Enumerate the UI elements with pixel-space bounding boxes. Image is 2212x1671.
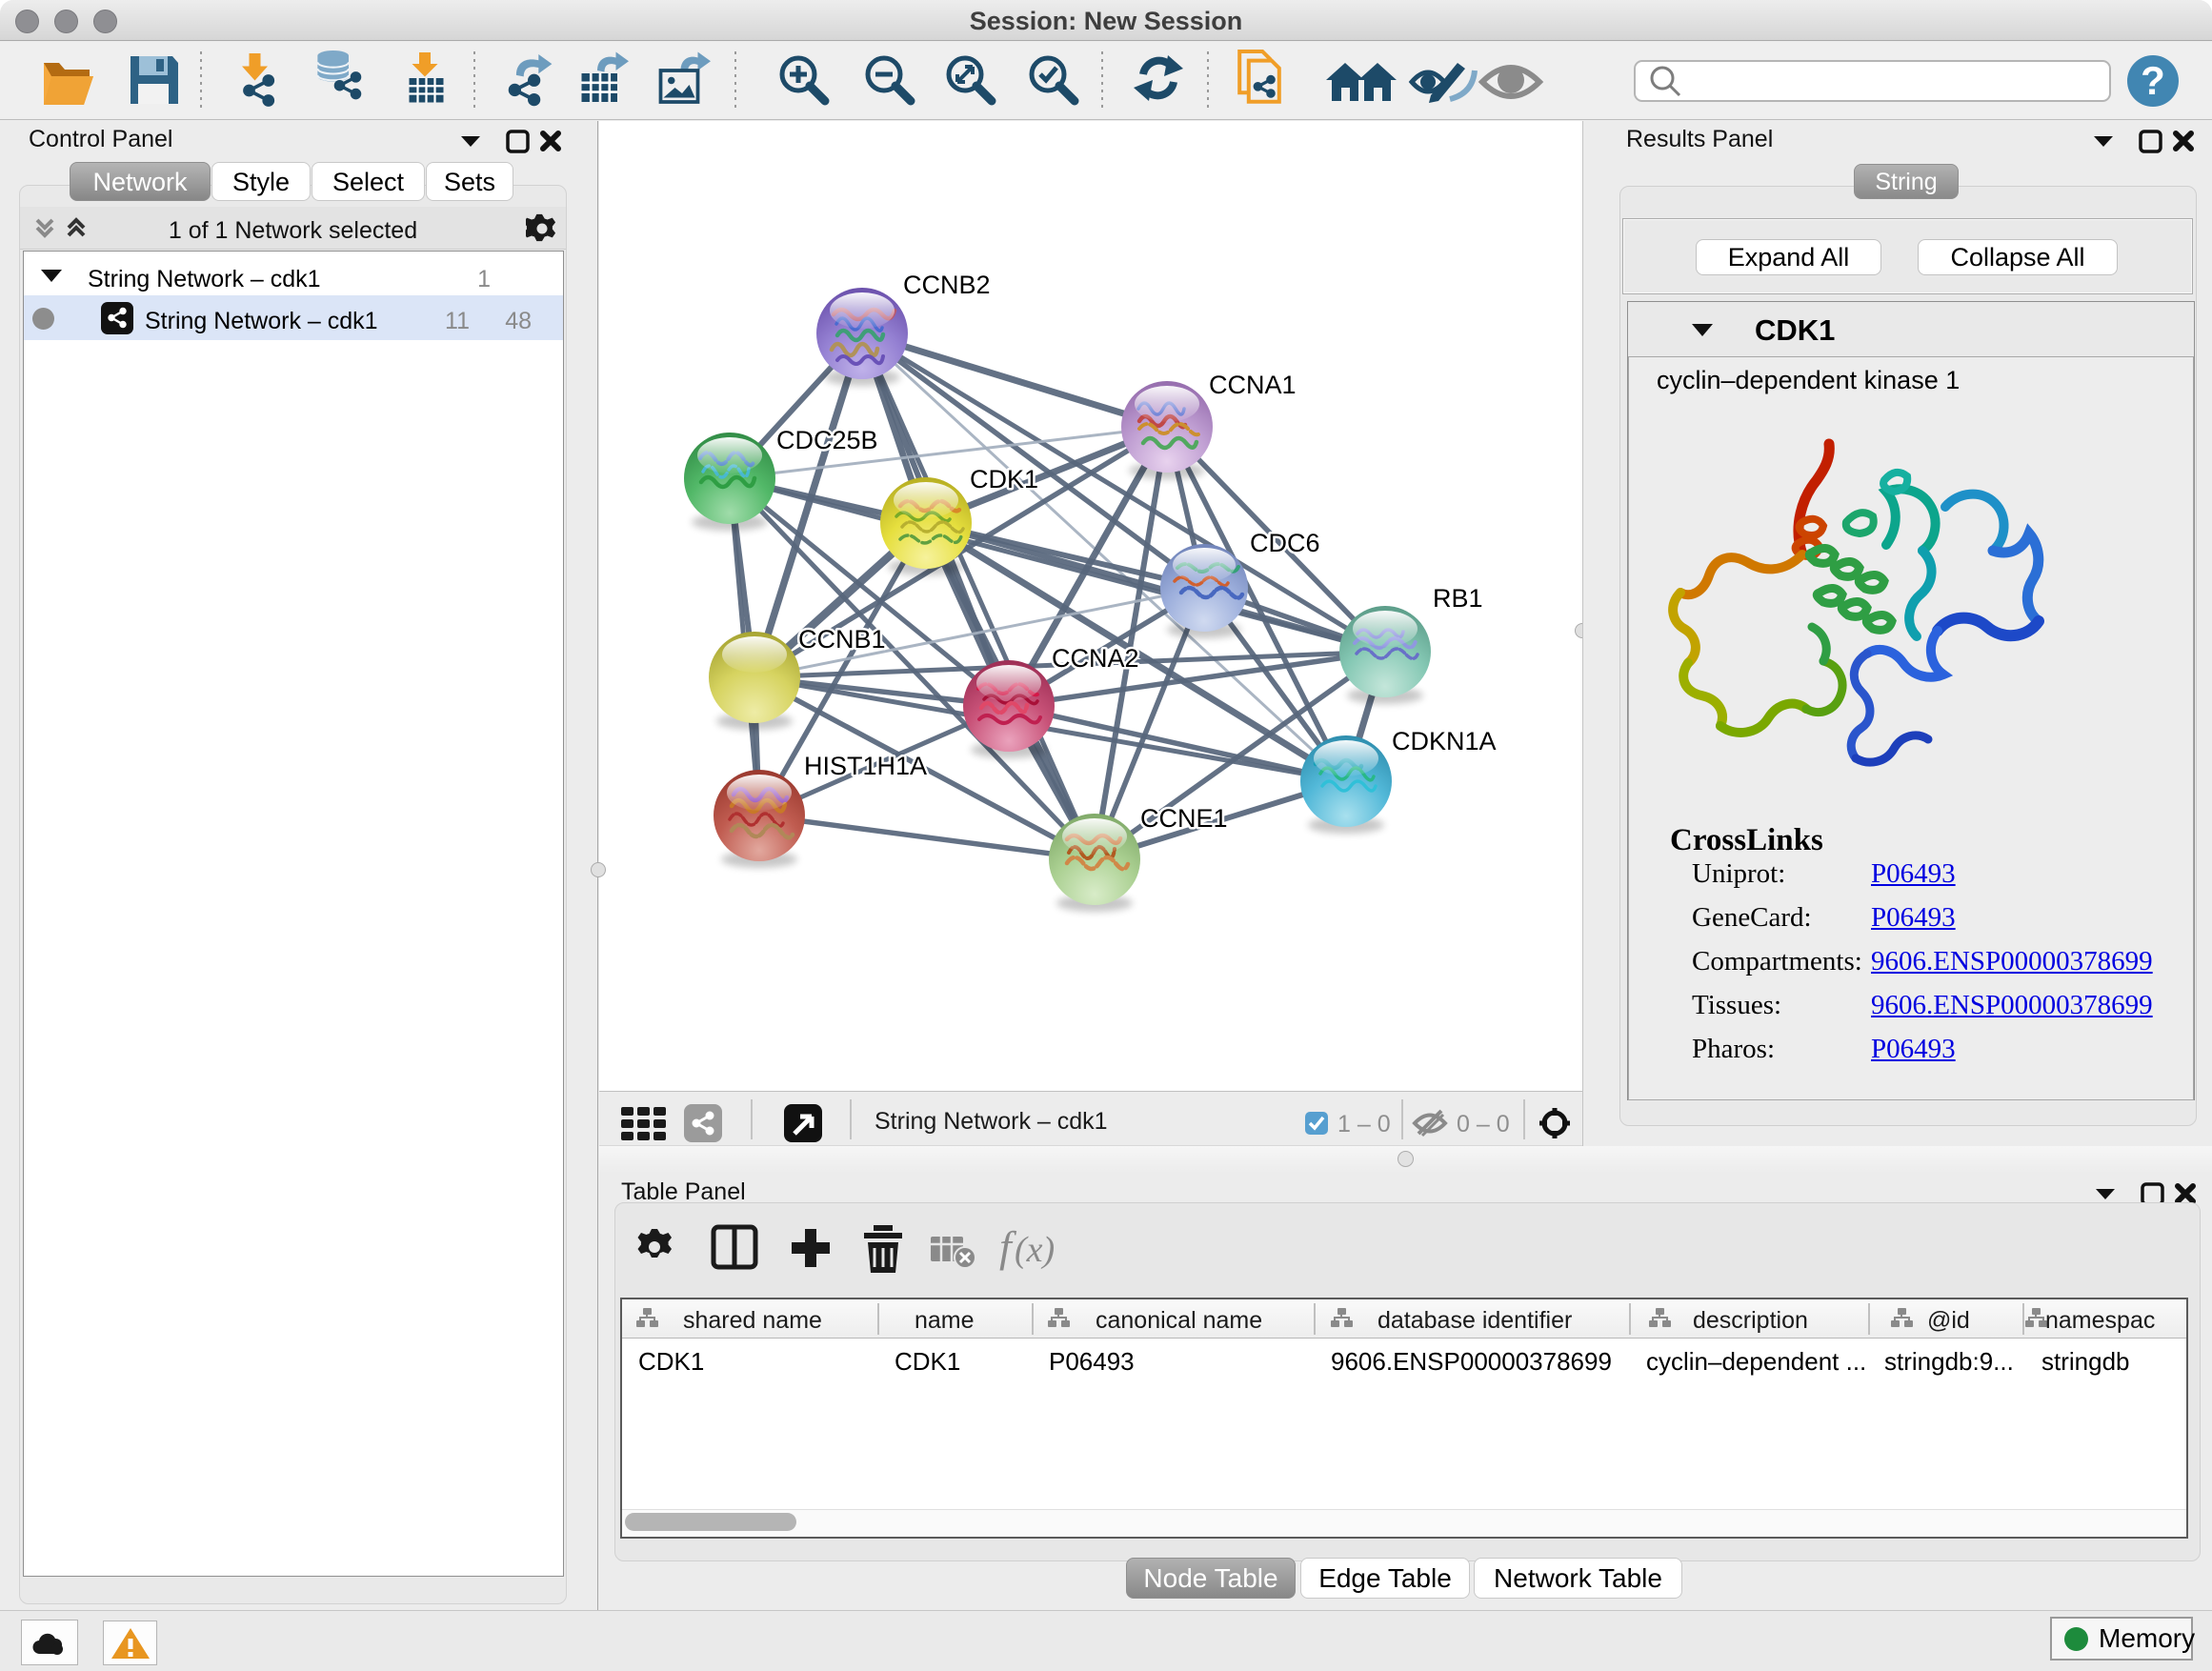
svg-text:CCNA1: CCNA1 [1209, 371, 1297, 399]
svg-text:database identifier: database identifier [1377, 1307, 1572, 1334]
svg-text:shared name: shared name [683, 1307, 822, 1334]
svg-text:canonical name: canonical name [1096, 1307, 1262, 1334]
svg-text:CDK1: CDK1 [970, 465, 1038, 493]
svg-text:1 – 0: 1 – 0 [1337, 1111, 1391, 1137]
svg-text:RB1: RB1 [1433, 584, 1483, 613]
svg-text:@id: @id [1927, 1307, 1970, 1334]
svg-text:(x): (x) [1015, 1230, 1055, 1270]
svg-text:0 – 0: 0 – 0 [1457, 1111, 1510, 1137]
svg-text:HIST1H1A: HIST1H1A [804, 752, 927, 780]
svg-text:CCNA2: CCNA2 [1052, 644, 1139, 673]
svg-text:name: name [915, 1307, 975, 1334]
svg-text:CCNE1: CCNE1 [1140, 804, 1228, 833]
svg-text:?: ? [2141, 58, 2165, 103]
svg-text:String Network – cdk1: String Network – cdk1 [875, 1108, 1108, 1135]
svg-text:CCNB1: CCNB1 [798, 625, 886, 654]
svg-text:description: description [1693, 1307, 1808, 1334]
svg-text:CDC25B: CDC25B [776, 426, 878, 454]
svg-text:CDC6: CDC6 [1250, 529, 1320, 557]
svg-text:namespac: namespac [2045, 1307, 2155, 1334]
svg-text:CCNB2: CCNB2 [903, 271, 991, 299]
svg-text:CDKN1A: CDKN1A [1392, 727, 1497, 755]
